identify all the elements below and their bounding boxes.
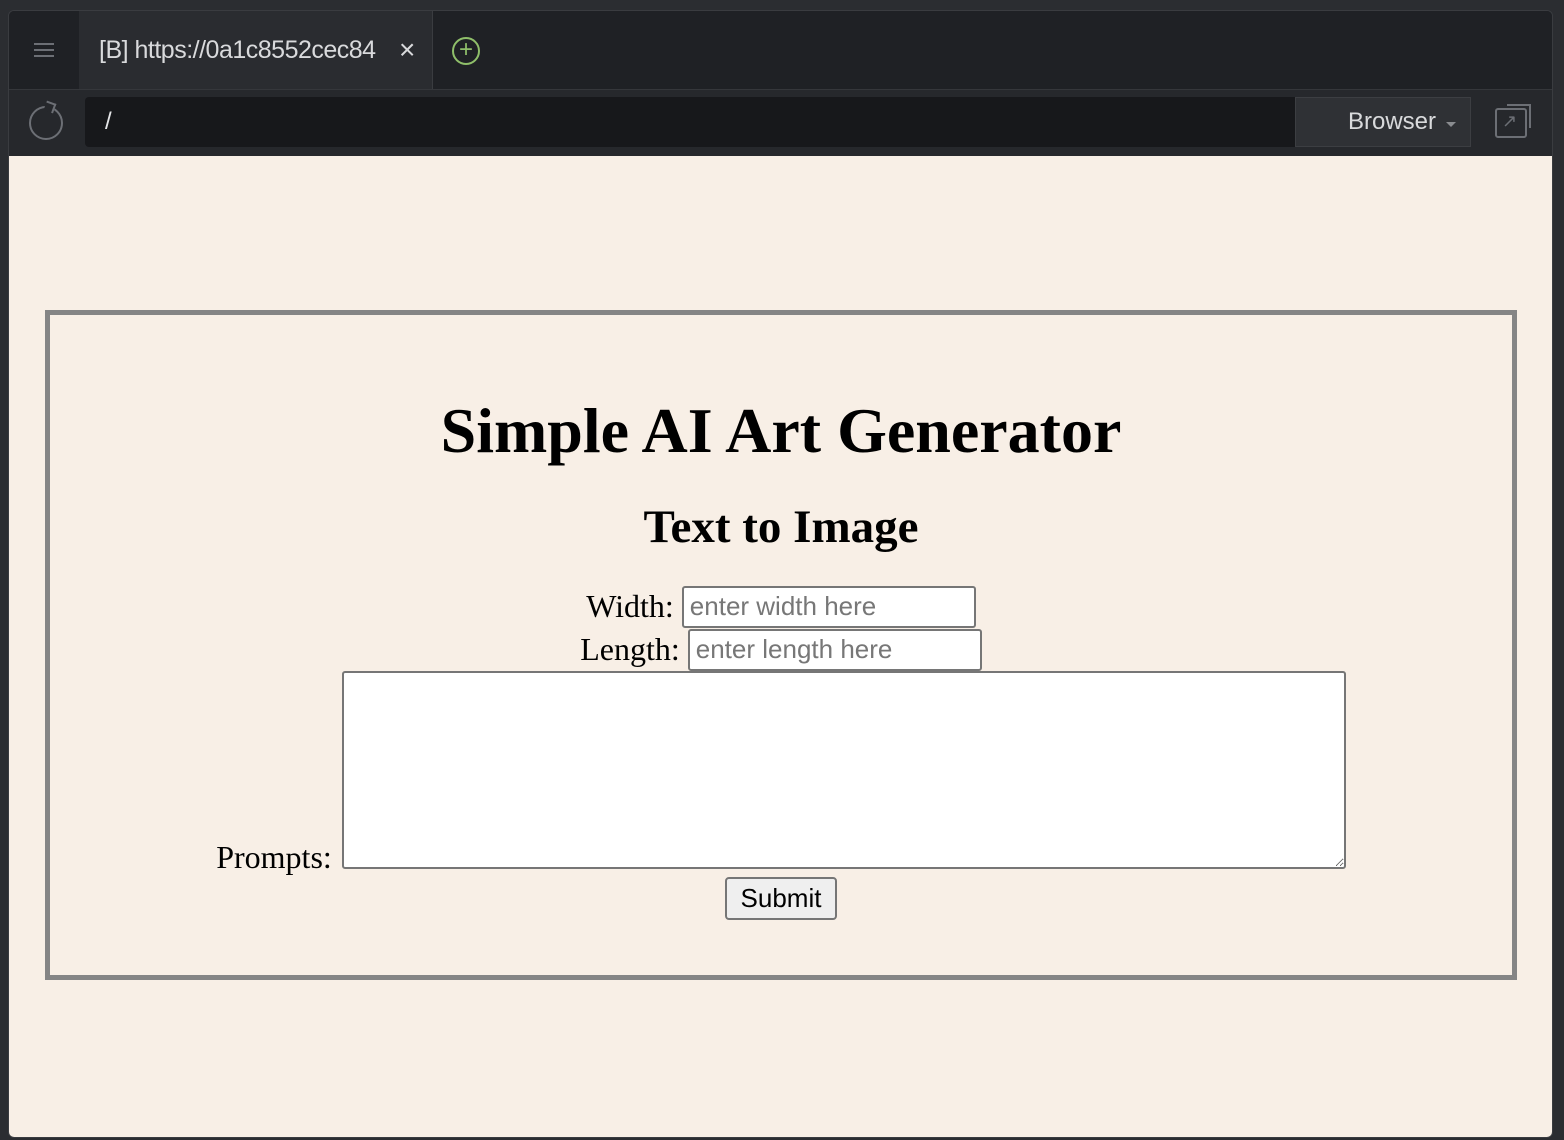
tab-bar: [B] https://0a1c8552cec84 × + (9, 11, 1552, 89)
length-input[interactable] (687, 628, 982, 671)
width-label: Width: (586, 588, 674, 624)
length-row: Length: (50, 628, 1512, 671)
generator-card: Simple AI Art Generator Text to Image Wi… (45, 310, 1517, 980)
prompts-textarea[interactable] (341, 671, 1346, 869)
new-tab-icon[interactable]: + (452, 37, 480, 65)
close-icon[interactable]: × (399, 36, 415, 64)
browser-tab[interactable]: [B] https://0a1c8552cec84 × (79, 11, 433, 89)
popout-icon[interactable] (1495, 104, 1531, 138)
length-label: Length: (580, 631, 680, 667)
prompts-label: Prompts: (216, 839, 332, 875)
page-viewport: Simple AI Art Generator Text to Image Wi… (9, 156, 1552, 1137)
submit-button[interactable]: Submit (724, 877, 838, 920)
address-bar[interactable] (85, 97, 1295, 147)
tab-title: [B] https://0a1c8552cec84 (99, 35, 376, 64)
mode-dropdown-label: Browser (1347, 108, 1436, 135)
page-title: Simple AI Art Generator (440, 395, 1122, 466)
reload-icon[interactable] (29, 106, 63, 140)
hamburger-icon (34, 39, 54, 61)
page-subtitle: Text to Image (643, 501, 919, 553)
mode-dropdown[interactable]: Browser (1295, 97, 1471, 147)
browser-toolbar: Browser (9, 89, 1552, 157)
width-input[interactable] (681, 585, 976, 628)
menu-button[interactable] (9, 11, 80, 89)
width-row: Width: (50, 585, 1512, 628)
prompts-row: Prompts: (50, 671, 1512, 873)
browser-window: [B] https://0a1c8552cec84 × + Browser Si… (8, 10, 1553, 1138)
chevron-down-icon (1446, 121, 1456, 127)
